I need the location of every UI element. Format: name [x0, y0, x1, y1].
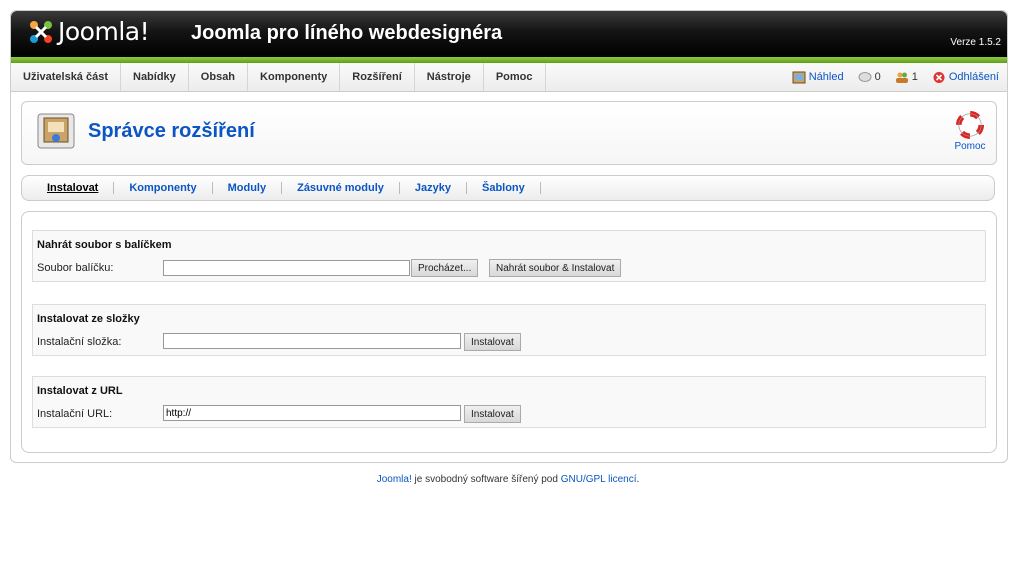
- package-file-input[interactable]: [163, 260, 410, 276]
- menu-item-help[interactable]: Pomoc: [484, 63, 546, 91]
- help-label: Pomoc: [954, 141, 986, 152]
- tab-components[interactable]: Komponenty: [114, 182, 213, 194]
- status-bar: Náhled 0 1 Odhlášení: [792, 63, 999, 91]
- menu-item-extensions[interactable]: Rozšíření: [340, 63, 415, 91]
- menu-item-content[interactable]: Obsah: [189, 63, 249, 91]
- logout-label: Odhlášení: [948, 71, 999, 83]
- url-section-title: Instalovat z URL: [37, 385, 123, 397]
- users-icon: [895, 72, 908, 83]
- footer-text: je svobodný software šířený pod: [411, 474, 561, 485]
- upload-field-label: Soubor balíčku:: [37, 262, 114, 274]
- messages-status[interactable]: 0: [858, 71, 881, 84]
- messages-count: 0: [874, 71, 881, 83]
- upload-section-title: Nahrát soubor s balíčkem: [37, 239, 172, 251]
- tab-modules[interactable]: Moduly: [213, 182, 283, 194]
- tab-plugins[interactable]: Zásuvné moduly: [282, 182, 400, 194]
- preview-link[interactable]: Náhled: [792, 71, 844, 84]
- menu-item-menus[interactable]: Nabídky: [121, 63, 189, 91]
- footer: Joomla! je svobodný software šířený pod …: [0, 474, 1016, 485]
- install-from-url-section: Instalovat z URL Instalační URL: Instalo…: [32, 376, 986, 428]
- upload-package-section: Nahrát soubor s balíčkem Soubor balíčku:…: [32, 230, 986, 282]
- menu-item-site[interactable]: Uživatelská část: [11, 63, 121, 91]
- menu-item-components[interactable]: Komponenty: [248, 63, 341, 91]
- logo-text: Joomla!: [58, 17, 150, 46]
- main-menubar: Uživatelská část Nabídky Obsah Komponent…: [11, 63, 1007, 92]
- install-content: Nahrát soubor s balíčkem Soubor balíčku:…: [21, 211, 997, 453]
- url-field-label: Instalační URL:: [37, 408, 113, 420]
- extension-manager-icon: [37, 113, 75, 149]
- header: Joomla! Joomla pro líného webdesignéra V…: [11, 11, 1007, 57]
- footer-joomla-link[interactable]: Joomla!: [377, 474, 412, 485]
- logout-icon: [933, 71, 945, 83]
- folder-install-button[interactable]: Instalovat: [464, 333, 521, 351]
- footer-license-link[interactable]: GNU/GPL licencí: [561, 474, 637, 485]
- joomla-logo-icon: [30, 20, 52, 43]
- menu-item-tools[interactable]: Nástroje: [415, 63, 484, 91]
- logout-link[interactable]: Odhlášení: [932, 71, 999, 84]
- folder-field-label: Instalační složka:: [37, 336, 122, 348]
- version-label: Verze 1.5.2: [950, 37, 1001, 48]
- logo: Joomla!: [27, 17, 150, 46]
- tab-templates[interactable]: Šablony: [467, 182, 541, 194]
- help-button[interactable]: Pomoc: [952, 111, 988, 152]
- lifebuoy-icon: [956, 111, 984, 139]
- toolbar-box: Správce rozšíření Pomoc: [21, 101, 997, 165]
- preview-label: Náhled: [808, 71, 844, 83]
- submenu: Instalovat Komponenty Moduly Zásuvné mod…: [21, 175, 995, 201]
- users-count: 1: [911, 71, 918, 83]
- tab-install[interactable]: Instalovat: [32, 182, 115, 194]
- url-install-button[interactable]: Instalovat: [464, 405, 521, 423]
- messages-icon: [858, 71, 872, 82]
- install-url-input[interactable]: [163, 405, 461, 421]
- preview-icon: [792, 71, 806, 83]
- install-folder-input[interactable]: [163, 333, 461, 349]
- install-from-folder-section: Instalovat ze složky Instalační složka: …: [32, 304, 986, 356]
- site-title: Joomla pro líného webdesignéra: [191, 22, 503, 44]
- users-status[interactable]: 1: [895, 71, 918, 84]
- footer-end: .: [636, 474, 640, 485]
- folder-section-title: Instalovat ze složky: [37, 313, 140, 325]
- upload-install-button[interactable]: Nahrát soubor & Instalovat: [489, 259, 622, 277]
- admin-frame: Joomla! Joomla pro líného webdesignéra V…: [10, 10, 1008, 463]
- page-title: Správce rozšíření: [88, 120, 255, 142]
- browse-button[interactable]: Procházet...: [411, 259, 479, 277]
- tab-languages[interactable]: Jazyky: [400, 182, 467, 194]
